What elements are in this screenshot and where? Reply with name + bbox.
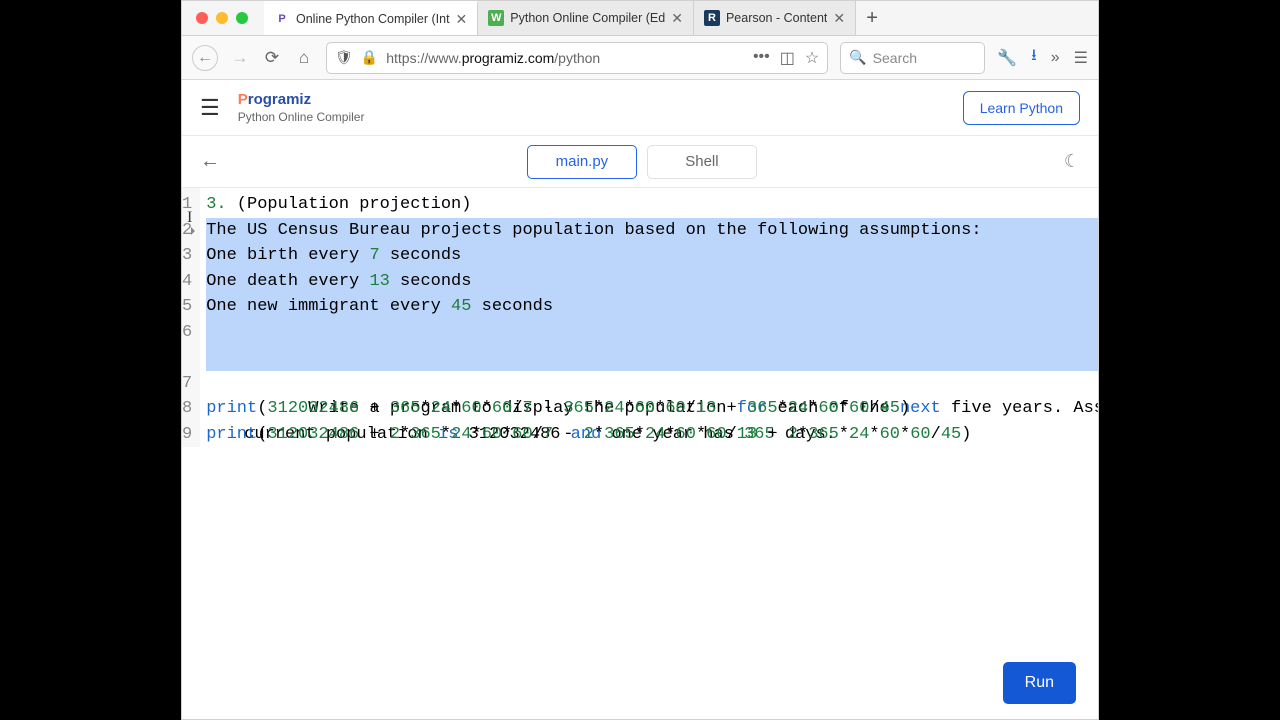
code-editor[interactable]: I 1 2 3 4 5 6 7 8 9 3. (Population proje… (182, 188, 1098, 719)
overflow-icon[interactable]: » (1051, 49, 1060, 67)
nav-home-button[interactable]: ⌂ (294, 48, 314, 68)
window-minimize-button[interactable] (216, 12, 228, 24)
programiz-favicon: P (274, 11, 290, 27)
search-icon: 🔍 (849, 49, 866, 66)
nav-back-button[interactable]: ← (192, 45, 218, 71)
code-line: One death every 13 seconds (206, 269, 1098, 295)
editor-back-button[interactable]: ← (200, 150, 220, 173)
run-button[interactable]: Run (1003, 662, 1076, 704)
downloads-icon[interactable]: ⭳ (1031, 44, 1037, 71)
site-header: ☰ Programiz Python Online Compiler Learn… (182, 80, 1098, 136)
code-line (206, 371, 1098, 397)
lock-icon: 🔒 (361, 49, 378, 66)
nav-forward-button[interactable]: → (230, 48, 250, 68)
pearson-favicon: R (704, 10, 720, 26)
hamburger-icon[interactable]: ☰ (200, 95, 220, 121)
browser-tabs: P Online Python Compiler (Int ✕ W Python… (264, 1, 1090, 35)
new-tab-button[interactable]: + (856, 1, 888, 35)
file-tab-main[interactable]: main.py (527, 145, 637, 179)
close-icon[interactable]: ✕ (833, 10, 845, 27)
close-icon[interactable]: ✕ (456, 11, 468, 28)
search-bar[interactable]: 🔍 Search (840, 42, 985, 74)
text-cursor: I (187, 205, 192, 231)
code-line: 3. (Population projection) (206, 192, 1098, 218)
code-line: Write a program to display the populatio… (206, 320, 1098, 371)
bookmark-icon[interactable]: ☆ (805, 48, 819, 68)
toolbar-right: 🔧 ⭳ » ☰ (997, 44, 1088, 71)
window-maximize-button[interactable] (236, 12, 248, 24)
url-text: https://www.programiz.com/python (386, 50, 745, 66)
browser-window: P Online Python Compiler (Int ✕ W Python… (181, 0, 1099, 720)
menu-icon[interactable]: ☰ (1074, 48, 1088, 68)
page-actions-icon[interactable]: ••• (753, 48, 770, 68)
code-line: The US Census Bureau projects population… (206, 218, 1098, 244)
code-area[interactable]: 3. (Population projection) The US Census… (200, 188, 1098, 447)
window-close-button[interactable] (196, 12, 208, 24)
tab-label: Online Python Compiler (Int (296, 12, 450, 26)
browser-toolbar: ← → ⟳ ⌂ 🛡 🔒 https://www.programiz.com/py… (182, 36, 1098, 80)
nav-reload-button[interactable]: ⟳ (262, 48, 282, 68)
theme-toggle-icon[interactable]: ☾ (1064, 151, 1080, 172)
window-titlebar: P Online Python Compiler (Int ✕ W Python… (182, 1, 1098, 36)
code-line: One birth every 7 seconds (206, 243, 1098, 269)
tools-icon[interactable]: 🔧 (997, 48, 1017, 68)
file-tab-shell[interactable]: Shell (647, 145, 757, 179)
brand: Programiz Python Online Compiler (238, 91, 945, 124)
reader-mode-icon[interactable]: ◫ (780, 48, 795, 68)
close-icon[interactable]: ✕ (671, 10, 683, 27)
address-bar[interactable]: 🛡 🔒 https://www.programiz.com/python •••… (326, 42, 828, 74)
tab-label: Python Online Compiler (Ed (510, 11, 665, 25)
browser-tab-0[interactable]: P Online Python Compiler (Int ✕ (264, 1, 478, 35)
w3schools-favicon: W (488, 10, 504, 26)
file-tabs: main.py Shell (220, 145, 1064, 179)
brand-subtitle: Python Online Compiler (238, 110, 945, 124)
shield-icon: 🛡 (335, 49, 353, 66)
search-placeholder: Search (873, 50, 917, 66)
code-line: print(312032486 + 2*365*24*60*60/7 - 2*3… (206, 422, 1098, 448)
tab-label: Pearson - Content (726, 11, 827, 25)
browser-tab-2[interactable]: R Pearson - Content ✕ (694, 1, 856, 35)
code-line: One new immigrant every 45 seconds (206, 294, 1098, 320)
file-tabs-row: ← main.py Shell ☾ (182, 136, 1098, 188)
window-controls (190, 12, 254, 24)
browser-tab-1[interactable]: W Python Online Compiler (Ed ✕ (478, 1, 694, 35)
brand-logo: Programiz (238, 91, 945, 108)
learn-python-button[interactable]: Learn Python (963, 91, 1080, 125)
